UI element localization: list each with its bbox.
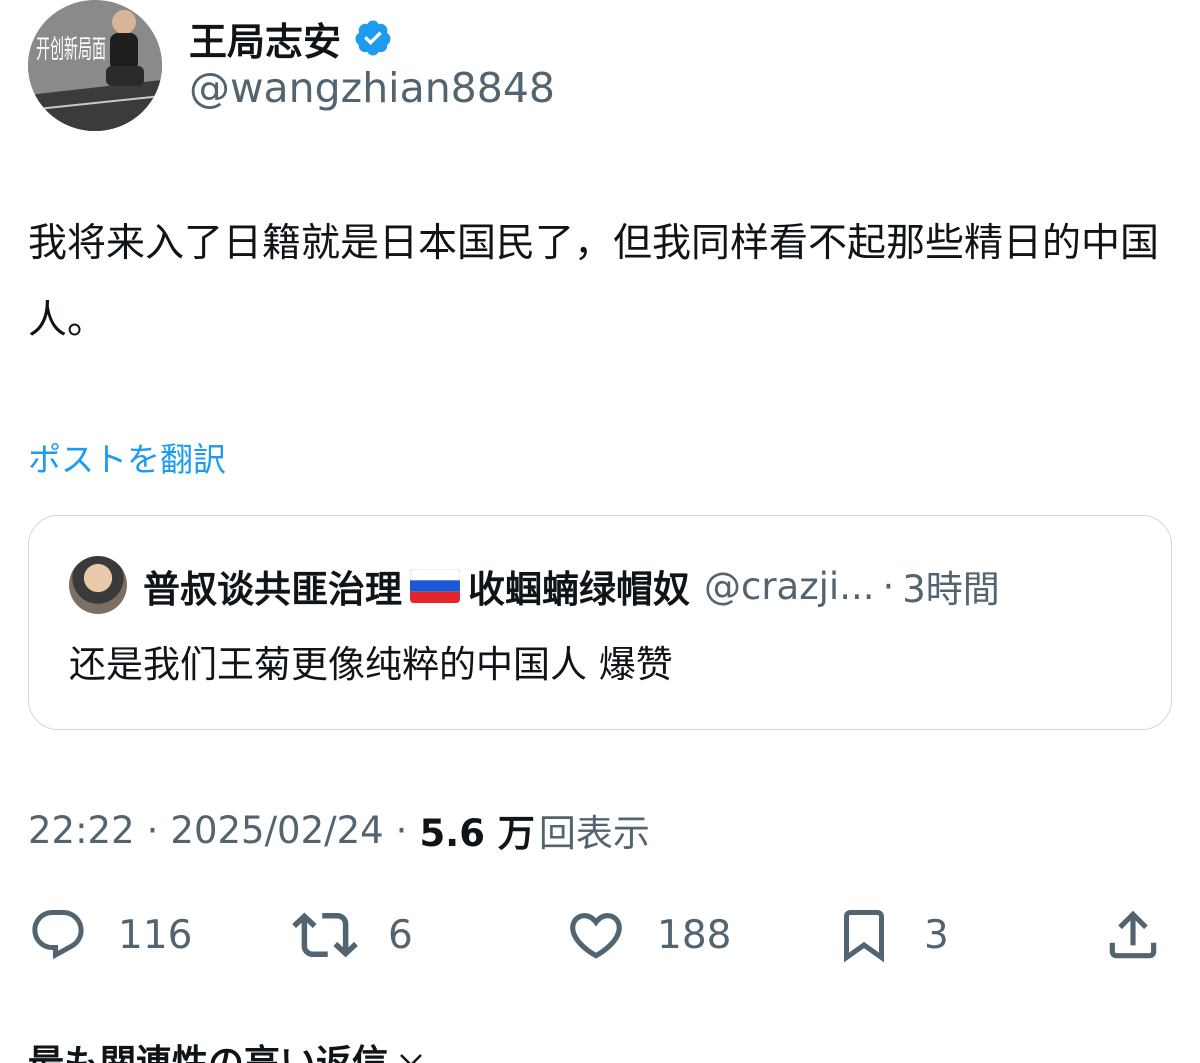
reply-icon: [32, 910, 84, 960]
replies-sort-dropdown[interactable]: 最も関連性の高い返信: [28, 1030, 426, 1063]
author-display-name[interactable]: 王局志安: [189, 11, 341, 66]
quoted-post-text: 还是我们王菊更像纯粹的中国人 爆赞: [69, 643, 673, 686]
quoted-post-time: 3時間: [902, 568, 1000, 611]
quoted-post-card[interactable]: 普叔谈共匪治理 收蝈蝻绿帽奴 @crazji... · 3時間 还是我们王菊更像…: [28, 515, 1172, 730]
post-time[interactable]: 22:22: [28, 809, 135, 852]
post-meta: 22:22 · 2025/02/24 · 5.6 万 回表示: [28, 803, 650, 857]
author-name-row[interactable]: 王局志安: [189, 10, 393, 66]
reply-count: 116: [118, 912, 193, 958]
share-icon: [1109, 910, 1157, 959]
bookmark-button[interactable]: 3: [834, 895, 949, 975]
repost-count: 6: [388, 912, 413, 958]
post-text: 我将来入了日籍就是日本国民了，但我同样看不起那些精日的中国人。: [28, 221, 1160, 343]
russia-flag-icon: [410, 569, 460, 603]
action-bar: 116 6 188 3: [0, 895, 1200, 975]
translate-post-link[interactable]: ポストを翻訳: [28, 433, 226, 481]
verified-badge-icon: [355, 20, 391, 56]
post-detail: 开创新局面 王局志安 @wangzhian8848 我将来入了日籍就是日本国民了…: [0, 0, 1200, 1063]
quoted-author-name-part2: 收蝈蝻绿帽奴: [468, 568, 690, 611]
meta-separator: ·: [146, 808, 159, 852]
bookmark-icon: [844, 910, 884, 963]
views-label: 回表示: [538, 812, 650, 855]
reply-button[interactable]: 116: [28, 895, 192, 975]
chevron-down-icon: [400, 1054, 422, 1063]
like-button[interactable]: 188: [565, 895, 731, 975]
like-count: 188: [657, 912, 732, 958]
heart-icon: [570, 913, 622, 959]
avatar-caption: 开创新局面: [36, 35, 106, 65]
quoted-author-avatar[interactable]: [69, 556, 127, 614]
author-handle[interactable]: @wangzhian8848: [189, 64, 555, 112]
meta-separator: ·: [395, 808, 408, 852]
share-button[interactable]: [1102, 895, 1164, 975]
bookmark-count: 3: [924, 912, 949, 958]
views-count[interactable]: 5.6 万: [419, 803, 534, 857]
avatar-image: 开创新局面: [28, 0, 162, 131]
repost-icon: [292, 912, 358, 958]
post-date[interactable]: 2025/02/24: [170, 809, 383, 852]
quoted-author-handle: @crazji...: [704, 564, 875, 608]
quoted-post-header: 普叔谈共匪治理 收蝈蝻绿帽奴 @crazji... · 3時間: [143, 560, 1153, 612]
author-avatar[interactable]: 开创新局面: [28, 0, 162, 131]
replies-sort-label: 最も関連性の高い返信: [28, 1034, 388, 1063]
quoted-author-name-part1: 普叔谈共匪治理: [143, 568, 402, 611]
repost-button[interactable]: 6: [292, 895, 413, 975]
quoted-dot-separator: ·: [882, 564, 895, 608]
